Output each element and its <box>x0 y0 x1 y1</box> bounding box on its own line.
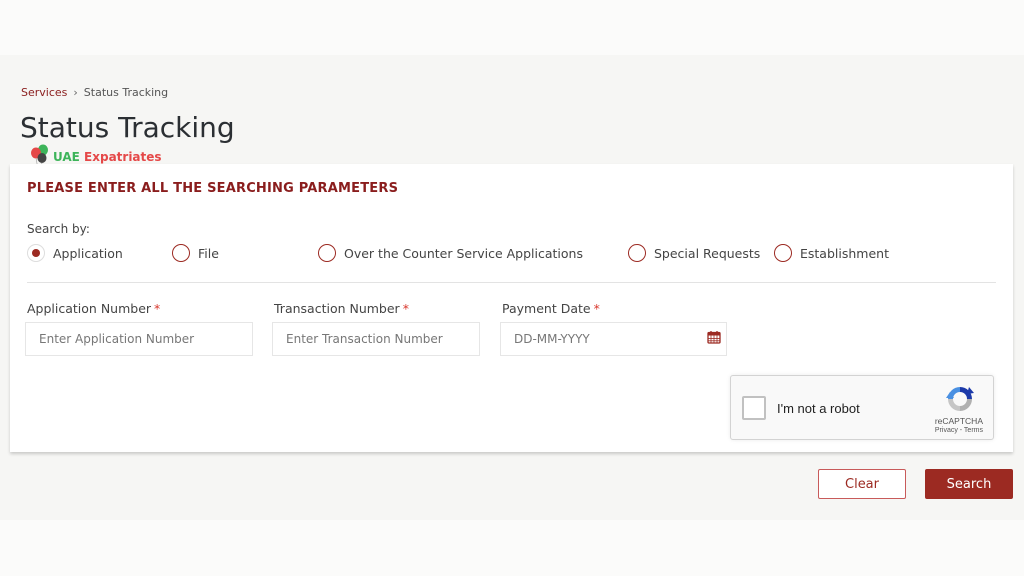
required-mark: * <box>154 301 161 316</box>
payment-date-field <box>500 322 727 356</box>
radio-label: Application <box>53 245 123 261</box>
required-mark: * <box>402 301 409 316</box>
breadcrumb: Services › Status Tracking <box>21 86 168 99</box>
application-number-label: Application Number * <box>27 301 161 316</box>
radio-special-requests[interactable]: Special Requests <box>628 244 760 262</box>
radio-label: Special Requests <box>654 245 761 261</box>
recaptcha-label: I'm not a robot <box>777 401 860 416</box>
payment-date-label: Payment Date * <box>502 301 600 316</box>
transaction-number-label: Transaction Number * <box>274 301 409 316</box>
calendar-icon[interactable] <box>707 330 721 344</box>
transaction-number-input[interactable] <box>272 322 480 356</box>
divider <box>27 282 996 283</box>
watermark-text: UAE Expatriates <box>53 150 162 164</box>
breadcrumb-current: Status Tracking <box>83 86 169 99</box>
clear-button[interactable]: Clear <box>818 469 906 499</box>
page-title: Status Tracking <box>20 111 235 144</box>
radio-label: Over the Counter Service Applications <box>344 245 583 261</box>
search-form-card: PLEASE ENTER ALL THE SEARCHING PARAMETER… <box>10 164 1013 452</box>
recaptcha-privacy-terms-link[interactable]: Privacy - Terms <box>935 427 983 434</box>
search-button[interactable]: Search <box>925 469 1013 499</box>
radio-checked-icon[interactable] <box>27 244 45 262</box>
breadcrumb-services-link[interactable]: Services <box>21 86 67 99</box>
recaptcha-checkbox[interactable] <box>742 396 766 420</box>
radio-unchecked-icon[interactable] <box>318 244 336 262</box>
radio-unchecked-icon[interactable] <box>172 244 190 262</box>
radio-unchecked-icon[interactable] <box>774 244 792 262</box>
radio-application[interactable]: Application <box>27 244 123 262</box>
breadcrumb-separator-icon: › <box>73 86 78 99</box>
radio-establishment[interactable]: Establishment <box>774 244 889 262</box>
recaptcha-logo-icon <box>946 387 974 411</box>
radio-unchecked-icon[interactable] <box>628 244 646 262</box>
recaptcha-brand: reCAPTCHA <box>934 416 983 426</box>
section-title: PLEASE ENTER ALL THE SEARCHING PARAMETER… <box>27 181 399 196</box>
required-mark: * <box>593 301 600 316</box>
radio-over-the-counter[interactable]: Over the Counter Service Applications <box>318 244 583 262</box>
search-by-label: Search by: <box>27 222 90 236</box>
radio-label: File <box>198 245 219 261</box>
payment-date-input[interactable] <box>500 322 727 356</box>
recaptcha-widget: I'm not a robot reCAPTCHA Privacy - Term… <box>730 375 994 440</box>
application-number-input[interactable] <box>25 322 253 356</box>
radio-file[interactable]: File <box>172 244 219 262</box>
radio-label: Establishment <box>800 245 889 261</box>
